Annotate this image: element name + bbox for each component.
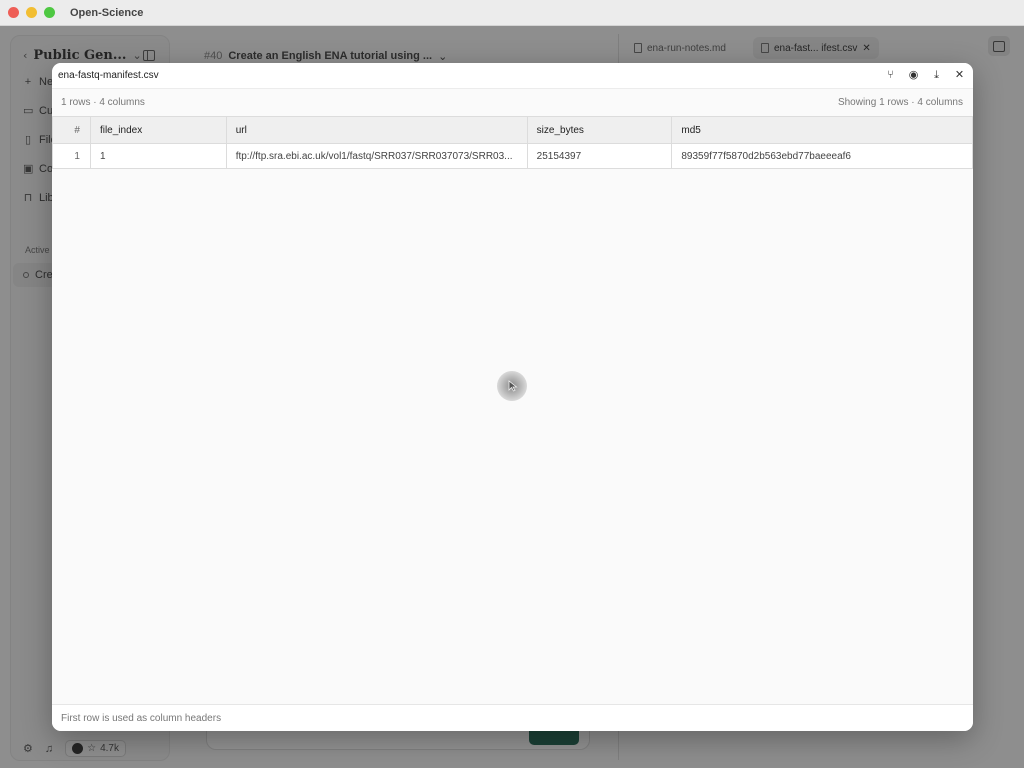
table-cell[interactable]: 25154397 [526, 143, 673, 169]
modal-footer: First row is used as column headers [52, 704, 973, 731]
branch-icon[interactable]: ⑂ [885, 69, 896, 81]
close-window-button[interactable] [8, 7, 19, 18]
close-icon[interactable]: ✕ [954, 69, 965, 81]
csv-table: # file_index url size_bytes md5 1 1 ftp:… [52, 116, 973, 169]
modal-title: ena-fastq-manifest.csv [58, 70, 159, 81]
zoom-window-button[interactable] [44, 7, 55, 18]
eye-icon[interactable]: ◉ [908, 69, 919, 81]
table-cell[interactable]: ftp://ftp.sra.ebi.ac.uk/vol1/fastq/SRR03… [225, 143, 528, 169]
mouse-cursor-icon [497, 371, 527, 401]
app-title: Open-Science [70, 6, 144, 19]
column-header[interactable]: file_index [89, 116, 227, 144]
modal-actions: ⑂ ◉ ⤓ ✕ [885, 69, 965, 81]
column-header[interactable]: # [52, 116, 91, 144]
showing-count: Showing 1 rows · 4 columns [837, 97, 963, 108]
table-cell[interactable]: 1 [89, 143, 227, 169]
minimize-window-button[interactable] [26, 7, 37, 18]
table-cell[interactable]: 89359f77f5870d2b563ebd77baeeeaf6 [671, 143, 973, 169]
window-controls [8, 7, 55, 18]
table-summary-bar: 1 rows · 4 columns Showing 1 rows · 4 co… [52, 89, 973, 116]
modal-header: ena-fastq-manifest.csv ⑂ ◉ ⤓ ✕ [52, 63, 973, 89]
column-header[interactable]: size_bytes [526, 116, 673, 144]
column-header[interactable]: md5 [671, 116, 973, 144]
table-cell[interactable]: 1 [52, 143, 91, 169]
download-icon[interactable]: ⤓ [931, 69, 942, 81]
table-header-row: # file_index url size_bytes md5 [52, 116, 973, 144]
column-header[interactable]: url [225, 116, 528, 144]
footer-note: First row is used as column headers [61, 713, 222, 724]
title-bar: Open-Science [0, 0, 1024, 26]
table-row: 1 1 ftp://ftp.sra.ebi.ac.uk/vol1/fastq/S… [52, 143, 973, 169]
row-column-count: 1 rows · 4 columns [61, 97, 145, 108]
